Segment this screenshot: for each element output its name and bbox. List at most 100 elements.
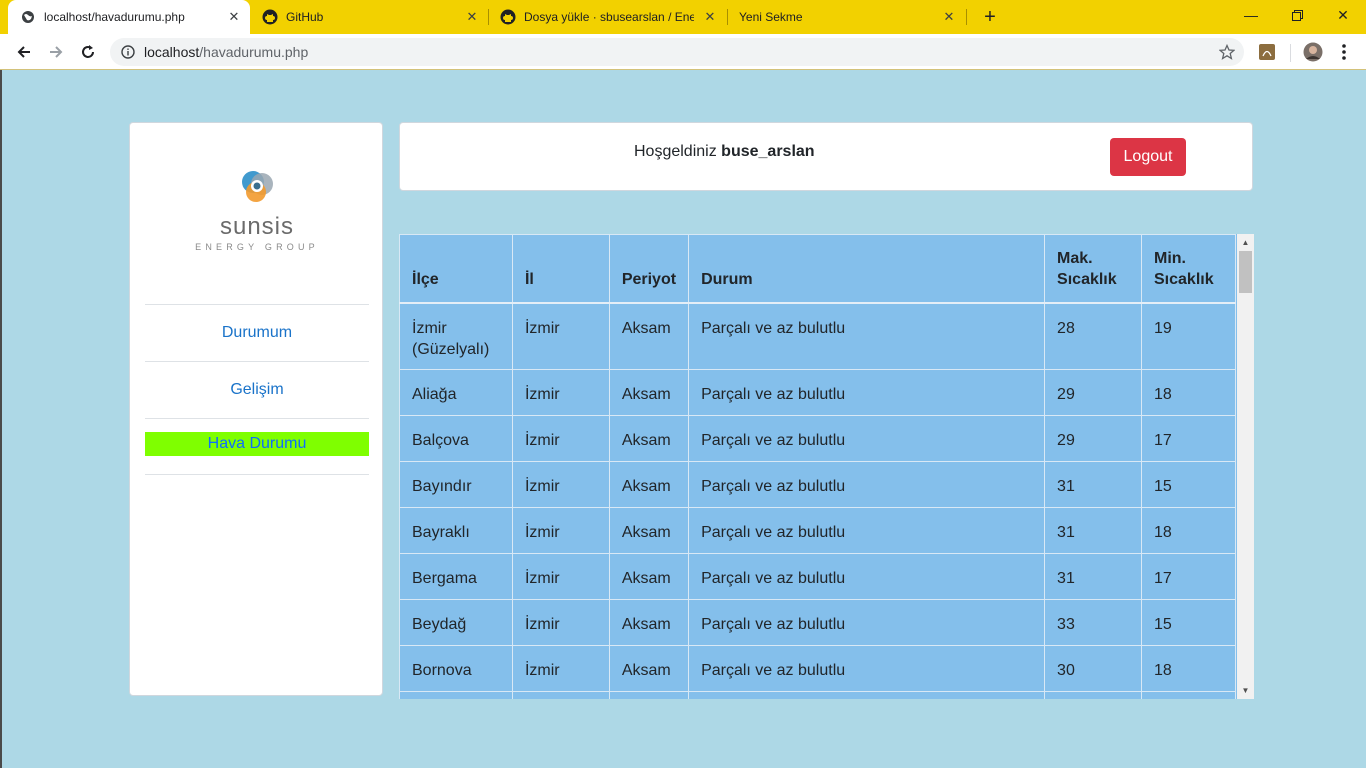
table-cell: 28	[1044, 302, 1142, 370]
close-icon[interactable]: ✕	[702, 9, 718, 25]
table-row: Bornova İzmir Aksam Parçalı ve az bulutlu 30…	[399, 645, 1236, 692]
table-cell: Parçalı ve az bulutlu	[688, 553, 1046, 600]
sidebar-item-durumum[interactable]: Durumum	[145, 304, 369, 361]
table-cell: İzmir	[511, 415, 610, 462]
table-cell: 33	[1044, 599, 1142, 646]
forward-arrow-icon[interactable]	[42, 38, 70, 66]
weather-table: İlçe İl Periyot Durum Mak. Sıcaklık Min.…	[399, 234, 1236, 699]
sidebar: sunsis ENERGY GROUP Durumum Gelişim Hava…	[129, 122, 383, 696]
browser-toolbar: localhost/havadurumu.php	[0, 34, 1366, 70]
tab-title: GitHub	[286, 10, 324, 24]
table-cell: İzmir	[511, 461, 610, 508]
table-cell: Bayraklı	[399, 507, 513, 554]
table-cell: Parçalı ve az bulutlu	[688, 302, 1046, 370]
address-bar[interactable]: localhost/havadurumu.php	[110, 38, 1244, 66]
tab-havadurumu[interactable]: localhost/havadurumu.php ✕	[8, 0, 250, 34]
table-cell	[1141, 691, 1236, 699]
scroll-up-arrow-icon[interactable]: ▲	[1237, 234, 1254, 251]
close-icon[interactable]: ✕	[464, 9, 480, 25]
table-cell: 17	[1141, 415, 1236, 462]
tab-title: Dosya yükle · sbusearslan / Enerji	[524, 10, 694, 24]
sidebar-item-label: Gelişim	[230, 381, 284, 398]
table-cell	[608, 691, 690, 699]
tab-yeni-sekme[interactable]: Yeni Sekme ✕	[727, 0, 965, 34]
table-cell: Aksam	[608, 599, 690, 646]
tab-title: localhost/havadurumu.php	[44, 10, 185, 24]
table-cell: 15	[1141, 461, 1236, 508]
welcome-message: Hoşgeldiniz buse_arslan	[634, 143, 815, 161]
sidebar-item-label: Durumum	[221, 324, 293, 341]
info-icon[interactable]	[120, 44, 136, 60]
table-cell: 30	[1044, 645, 1142, 692]
table-cell: 31	[1044, 553, 1142, 600]
sidebar-item-hava-durumu[interactable]: Hava Durumu	[145, 418, 369, 475]
tab-separator	[966, 9, 967, 25]
toolbar-separator	[1290, 44, 1291, 62]
sidebar-item-label: Hava Durumu	[145, 431, 369, 456]
table-cell	[399, 691, 513, 699]
pdf-extension-icon[interactable]	[1258, 43, 1276, 61]
table-cell: Aksam	[608, 369, 690, 416]
table-cell: Bornova	[399, 645, 513, 692]
table-header-row: İlçe İl Periyot Durum Mak. Sıcaklık Min.…	[399, 234, 1236, 304]
github-icon	[262, 9, 278, 25]
table-cell: Aksam	[608, 461, 690, 508]
table-row: İzmir (Güzelyalı) İzmir Aksam Parçalı ve az…	[399, 302, 1236, 370]
column-header-il: İl	[511, 234, 610, 304]
minimize-icon[interactable]: —	[1228, 0, 1274, 30]
sidebar-nav: Durumum Gelişim Hava Durumu	[145, 304, 369, 475]
table-row: Bayındır İzmir Aksam Parçalı ve az bulutlu 3…	[399, 461, 1236, 508]
weather-table-container[interactable]: İlçe İl Periyot Durum Mak. Sıcaklık Min.…	[399, 234, 1254, 699]
tab-dosya-yukle[interactable]: Dosya yükle · sbusearslan / Enerji ✕	[488, 0, 726, 34]
column-header-min-sicaklik: Min. Sıcaklık	[1141, 234, 1236, 304]
table-cell	[688, 691, 1046, 699]
back-arrow-icon[interactable]	[10, 38, 38, 66]
table-cell: Parçalı ve az bulutlu	[688, 599, 1046, 646]
scroll-down-arrow-icon[interactable]: ▼	[1237, 682, 1254, 699]
close-window-icon[interactable]: ✕	[1320, 0, 1366, 30]
table-row-partial	[399, 691, 1236, 699]
table-cell: 19	[1141, 302, 1236, 370]
table-cell: İzmir	[511, 302, 610, 370]
header-card: Hoşgeldiniz buse_arslan Logout	[399, 122, 1253, 191]
restore-icon[interactable]	[1274, 0, 1320, 30]
sunsis-logo: sunsis ENERGY GROUP	[130, 167, 384, 257]
tab-github[interactable]: GitHub ✕	[250, 0, 488, 34]
close-icon[interactable]: ✕	[941, 9, 957, 25]
reload-icon[interactable]	[74, 38, 102, 66]
github-icon	[500, 9, 516, 25]
sunsis-logo-icon	[242, 171, 273, 202]
url-host: localhost	[144, 44, 200, 60]
browser-tab-bar: localhost/havadurumu.php ✕ GitHub ✕ Dosy…	[0, 0, 1366, 34]
table-cell: Balçova	[399, 415, 513, 462]
column-header-durum: Durum	[688, 234, 1046, 304]
table-cell: 29	[1044, 369, 1142, 416]
table-scrollbar[interactable]: ▲ ▼	[1237, 234, 1254, 699]
profile-avatar-icon[interactable]	[1303, 42, 1323, 62]
sidebar-item-gelisim[interactable]: Gelişim	[145, 361, 369, 418]
close-icon[interactable]: ✕	[226, 9, 242, 25]
scrollbar-thumb[interactable]	[1239, 251, 1252, 293]
table-cell: 17	[1141, 553, 1236, 600]
new-tab-plus-icon[interactable]: +	[978, 5, 1002, 29]
table-cell: 15	[1141, 599, 1236, 646]
table-cell: Aksam	[608, 553, 690, 600]
table-cell: Aliağa	[399, 369, 513, 416]
table-cell: Aksam	[608, 415, 690, 462]
table-cell: İzmir	[511, 369, 610, 416]
table-cell: Bergama	[399, 553, 513, 600]
table-cell: 29	[1044, 415, 1142, 462]
table-cell: 18	[1141, 369, 1236, 416]
table-cell: Bayındır	[399, 461, 513, 508]
column-header-periyot: Periyot	[608, 234, 690, 304]
table-cell: 18	[1141, 645, 1236, 692]
table-cell: İzmir	[511, 553, 610, 600]
logout-button[interactable]: Logout	[1110, 138, 1186, 176]
menu-dots-icon[interactable]	[1336, 43, 1352, 61]
bookmark-star-icon[interactable]	[1218, 43, 1236, 61]
table-cell: İzmir	[511, 599, 610, 646]
table-cell: Parçalı ve az bulutlu	[688, 507, 1046, 554]
table-cell: İzmir (Güzelyalı)	[399, 302, 513, 370]
table-cell: Aksam	[608, 645, 690, 692]
window-edge	[0, 70, 2, 768]
